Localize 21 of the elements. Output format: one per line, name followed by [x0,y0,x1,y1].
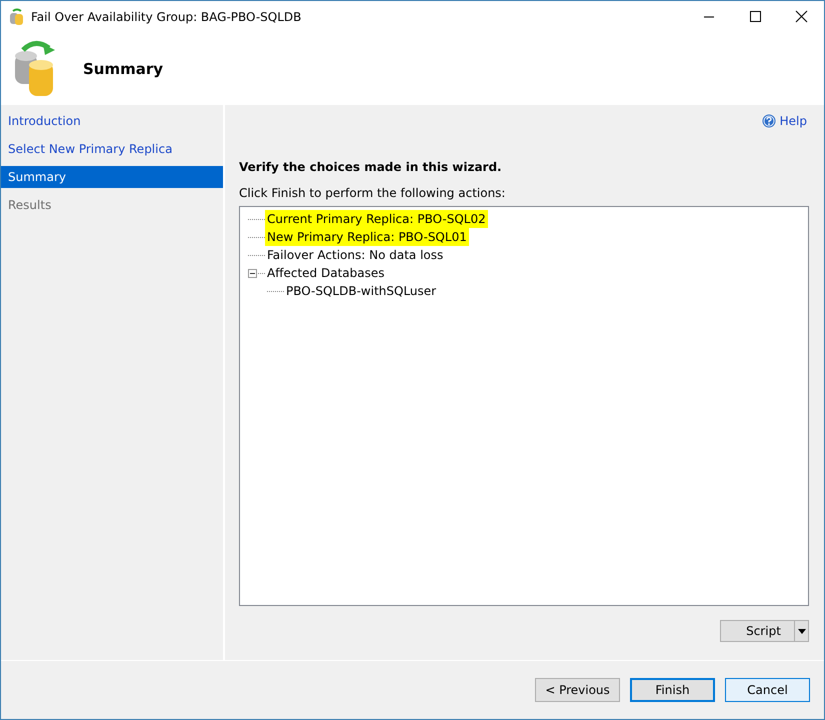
instruction-text: Click Finish to perform the following actions: [239,186,506,200]
tree-item[interactable]: Failover Actions: No data loss [265,246,446,264]
help-icon [762,114,776,128]
wizard-button[interactable]: < Previous [535,678,620,702]
database-icon [9,8,25,26]
sidebar-item[interactable]: Summary [1,166,223,188]
tree-item[interactable]: Affected Databases [265,264,386,282]
sidebar-item[interactable]: Introduction [1,110,223,132]
sidebar-item[interactable]: Select New Primary Replica [1,138,223,160]
page-title: Summary [83,60,164,78]
dropdown-caret-icon[interactable] [798,628,806,634]
window-title: Fail Over Availability Group: BAG-PBO-SQLDB [31,10,302,24]
help-link[interactable]: Help [762,111,807,131]
wizard-button[interactable]: Cancel [725,678,810,702]
tree-item[interactable]: Current Primary Replica: PBO-SQL02 [265,210,488,228]
tree-item[interactable]: New Primary Replica: PBO-SQL01 [265,228,469,246]
tree-item[interactable]: PBO-SQLDB-withSQLuser [284,282,438,300]
wizard-button[interactable]: Finish [630,678,715,702]
collapse-icon[interactable] [248,268,257,278]
script-button[interactable]: Script [720,620,809,642]
heading: Verify the choices made in this wizard. [239,160,503,174]
